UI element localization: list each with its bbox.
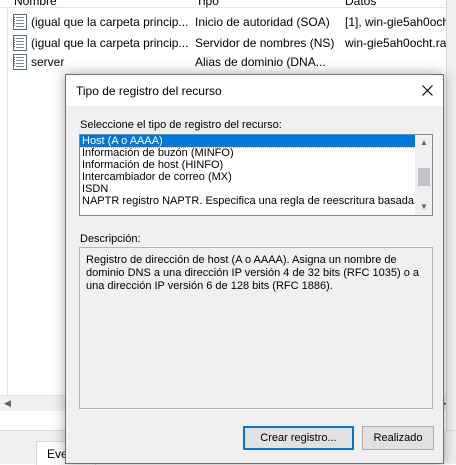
record-data: [1], win-gie5ah0ocht. <box>345 15 456 29</box>
record-type-option-host[interactable]: Host (A o AAAA) <box>80 135 416 148</box>
record-name: server <box>31 55 65 69</box>
scroll-up-icon[interactable]: ▲ <box>416 135 432 151</box>
right-panel-edge <box>446 0 456 430</box>
resource-record-type-dialog: Tipo de registro del recurso Seleccione … <box>65 74 444 464</box>
record-type-option-minfo[interactable]: Información de buzón (MINFO) <box>80 147 415 159</box>
record-icon <box>13 54 27 70</box>
description-label: Descripción: <box>80 233 141 245</box>
record-type-option-hinfo[interactable]: Información de host (HINFO) <box>80 159 415 171</box>
select-record-type-label: Seleccione el tipo de registro del recur… <box>80 119 282 131</box>
record-name: (igual que la carpeta princip... <box>31 36 189 50</box>
column-header-name[interactable]: Nombre <box>14 0 57 8</box>
record-row[interactable]: (igual que la carpeta princip... Servido… <box>0 34 456 52</box>
column-header-type[interactable]: Tipo <box>196 0 219 8</box>
record-type-option-naptr[interactable]: NAPTR registro NAPTR. Especifica una reg… <box>80 195 429 207</box>
scrollbar-thumb[interactable] <box>418 168 430 186</box>
description-box: Registro de dirección de host (A o AAAA)… <box>79 247 433 409</box>
close-icon <box>422 85 433 96</box>
dialog-titlebar[interactable]: Tipo de registro del recurso <box>66 75 443 106</box>
scroll-left-icon[interactable]: ◀ <box>4 398 11 409</box>
record-name: (igual que la carpeta princip... <box>31 15 189 29</box>
dialog-title: Tipo de registro del recurso <box>76 84 222 98</box>
record-row[interactable]: (igual que la carpeta princip... Inicio … <box>0 13 456 31</box>
done-button[interactable]: Realizado <box>362 426 434 450</box>
record-type-listbox[interactable]: Host (A o AAAA) Información de buzón (MI… <box>79 134 433 216</box>
record-type-option-mx[interactable]: Intercambiador de correo (MX) <box>80 171 415 183</box>
column-header-row: Nombre Tipo Datos <box>0 0 456 8</box>
record-icon <box>13 35 27 51</box>
record-icon <box>13 14 27 30</box>
create-record-button[interactable]: Crear registro... <box>243 426 354 450</box>
description-text: Registro de dirección de host (A o AAAA)… <box>86 254 420 292</box>
record-type: Alias de dominio (DNA... <box>195 55 326 69</box>
listbox-scrollbar[interactable]: ▲ ▼ <box>415 135 432 215</box>
record-data: win-gie5ah0ocht.rasi <box>345 36 456 50</box>
record-row[interactable]: server Alias de dominio (DNA... <box>0 53 456 71</box>
record-type: Servidor de nombres (NS) <box>195 36 335 50</box>
column-header-data[interactable]: Datos <box>345 0 376 8</box>
record-type-option-isdn[interactable]: ISDN <box>80 183 415 195</box>
close-button[interactable] <box>413 75 443 106</box>
record-type: Inicio de autoridad (SOA) <box>195 15 330 29</box>
scroll-down-icon[interactable]: ▼ <box>416 199 432 215</box>
